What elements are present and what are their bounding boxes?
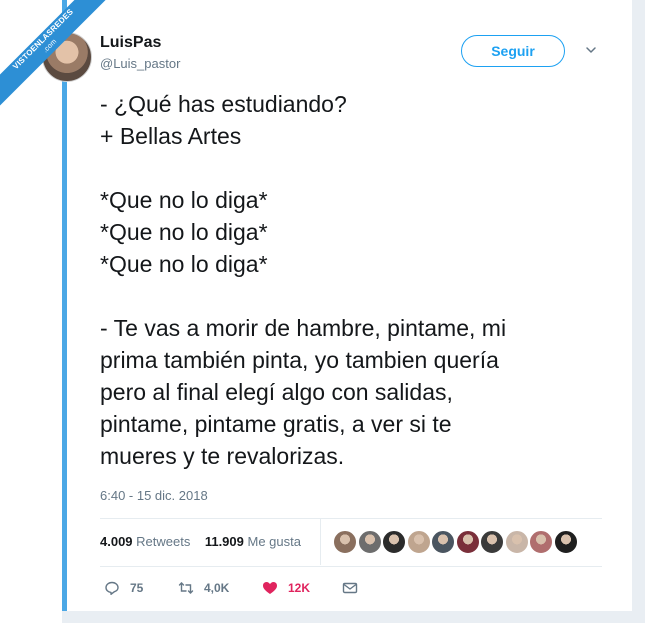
tweet-line: pintame, pintame gratis, a ver si te (100, 411, 452, 437)
watermark-ribbon: VISTOENLASREDES .com (0, 0, 110, 110)
tweet-line: - ¿Qué has estudiando? (100, 91, 347, 117)
tweet-text: - ¿Qué has estudiando? + Bellas Artes *Que… (100, 88, 620, 472)
liker-avatar[interactable] (529, 530, 553, 554)
heart-icon (263, 582, 277, 594)
frame-bottom-border (62, 611, 645, 623)
tweet-line: prima también pinta, yo tambien quería (100, 347, 499, 373)
retweets-count[interactable]: 4.009 (100, 534, 133, 549)
tweet-line: - Te vas a morir de hambre, pintame, mi (100, 315, 507, 341)
liker-avatar[interactable] (553, 530, 578, 554)
tweet-line (100, 152, 620, 184)
message-action[interactable] (342, 580, 368, 596)
reply-action[interactable]: 75 (104, 580, 143, 596)
retweets-label[interactable]: Retweets (136, 534, 190, 549)
tweet-line: *Que no lo diga* (100, 251, 268, 277)
reply-count: 75 (130, 581, 144, 595)
tweet-line: mueres y te revalorizas. (100, 443, 345, 469)
like-action[interactable]: 12K (262, 580, 310, 596)
liker-avatar[interactable] (406, 530, 431, 554)
reply-icon (105, 581, 119, 595)
author-handle[interactable]: @Luis_pastor (100, 56, 180, 71)
retweet-count: 4,0K (204, 581, 230, 595)
stats-divider (320, 519, 321, 565)
divider (100, 566, 602, 567)
tweet-line: + Bellas Artes (100, 123, 242, 149)
like-count: 12K (288, 581, 311, 595)
liker-avatar[interactable] (382, 530, 406, 554)
tweet-line (100, 280, 620, 312)
follow-button[interactable]: Seguir (461, 35, 565, 67)
envelope-icon (342, 582, 358, 594)
liker-avatar[interactable] (455, 530, 480, 554)
liker-avatar[interactable] (333, 530, 357, 554)
chevron-down-icon[interactable] (585, 44, 597, 56)
likes-label[interactable]: Me gusta (248, 534, 301, 549)
liker-avatar[interactable] (357, 530, 382, 554)
divider (100, 518, 602, 519)
watermark-text: VISTOENLASREDES (11, 7, 76, 72)
frame-right-border (632, 0, 645, 623)
likes-count[interactable]: 11.909 (205, 534, 244, 549)
retweet-action[interactable]: 4,0K (178, 580, 229, 596)
tweet-stats: 4.009 Retweets 11.909 Me gusta (100, 534, 301, 549)
tweet-line: pero al final elegí algo con salidas, (100, 379, 453, 405)
liker-avatar[interactable] (480, 530, 504, 554)
watermark-subtext: .com (42, 38, 59, 55)
liker-avatar[interactable] (504, 530, 529, 554)
liker-avatar[interactable] (431, 530, 455, 554)
tweet-line: *Que no lo diga* (100, 187, 268, 213)
tweet-line: *Que no lo diga* (100, 219, 268, 245)
tweet-timestamp[interactable]: 6:40 - 15 dic. 2018 (100, 488, 208, 503)
retweet-icon (178, 582, 194, 594)
